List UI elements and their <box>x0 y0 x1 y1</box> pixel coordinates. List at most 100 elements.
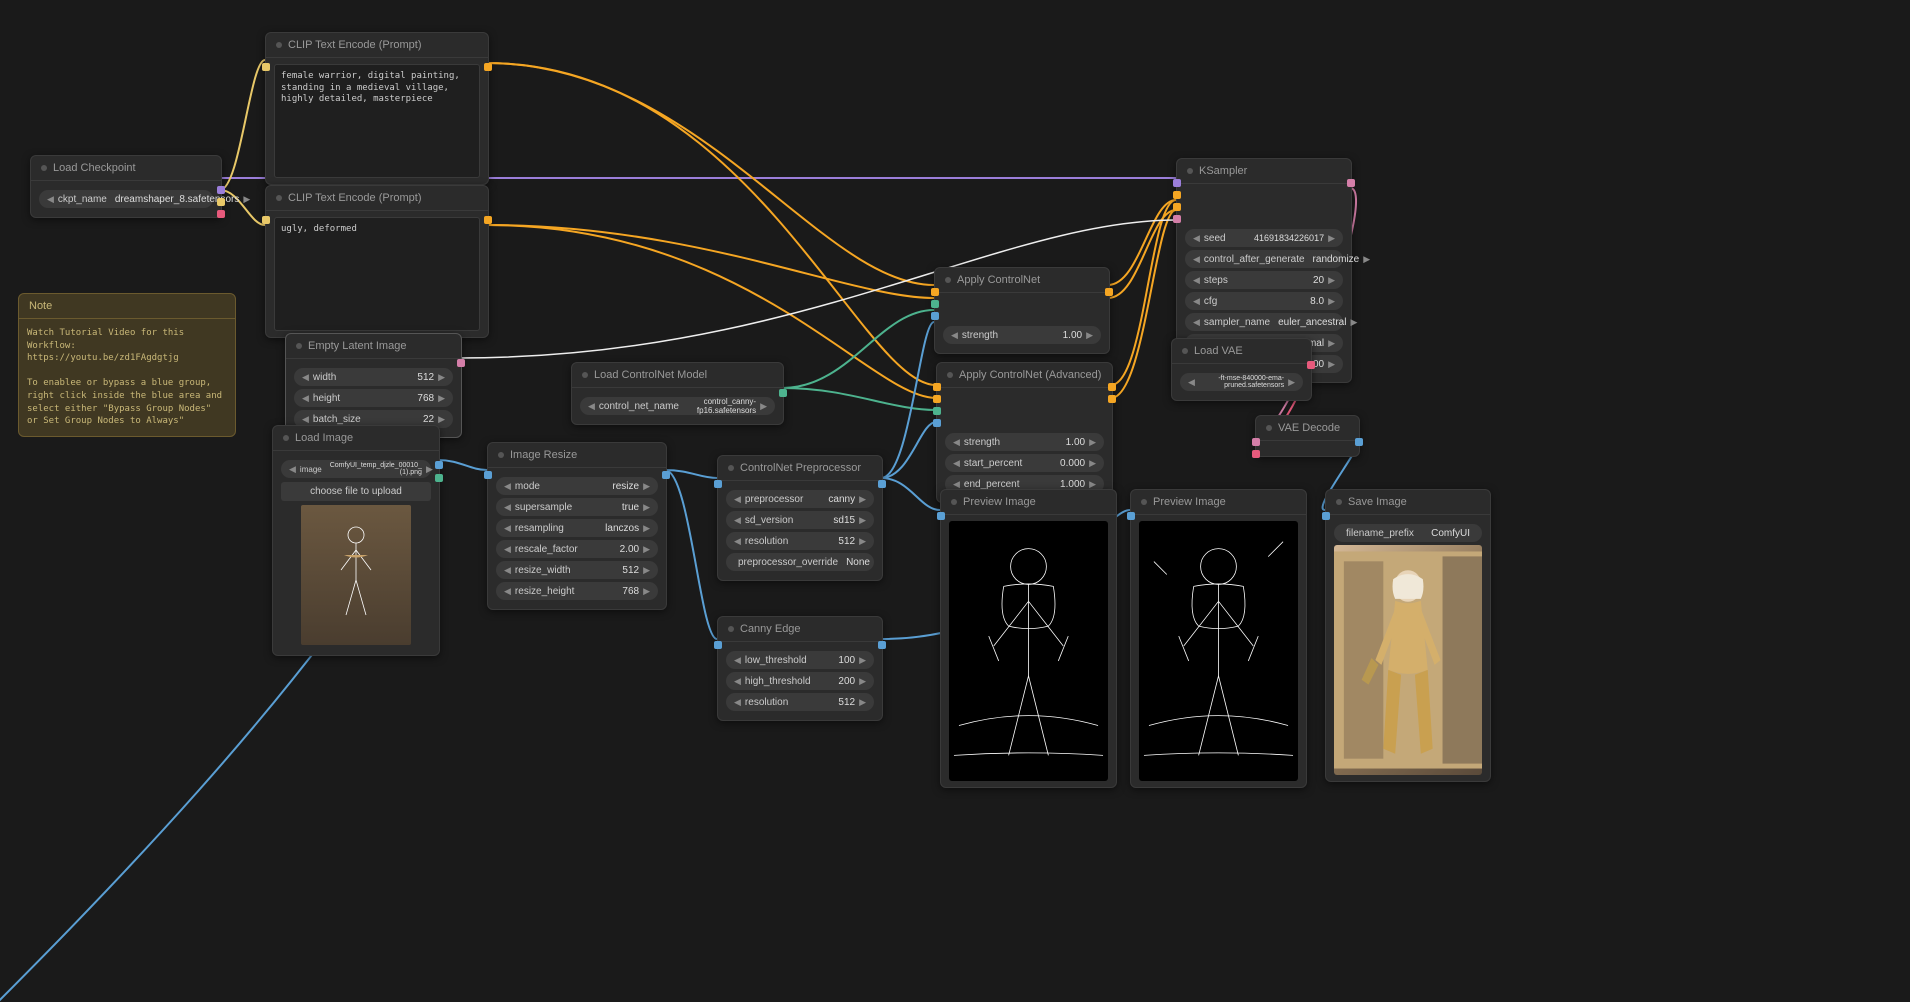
port-vae-out[interactable] <box>1307 361 1315 369</box>
rescale-factor-widget[interactable]: ◀rescale_factor2.00▶ <box>496 540 658 558</box>
port-image-in[interactable] <box>1127 512 1135 520</box>
node-title[interactable]: Load Checkpoint <box>31 156 221 181</box>
port-clip-out[interactable] <box>217 198 225 206</box>
port-image-out[interactable] <box>435 461 443 469</box>
node-clip-negative[interactable]: CLIP Text Encode (Prompt) ugly, deformed <box>265 185 489 338</box>
node-title[interactable]: Empty Latent Image <box>286 334 461 359</box>
node-title[interactable]: Preview Image <box>941 490 1116 515</box>
port-controlnet-in[interactable] <box>933 407 941 415</box>
note-body[interactable]: Watch Tutorial Video for this Workflow: … <box>19 319 235 436</box>
port-image-in[interactable] <box>937 512 945 520</box>
node-load-controlnet[interactable]: Load ControlNet Model ◀control_net_namec… <box>571 362 784 425</box>
prompt-textarea[interactable]: ugly, deformed <box>274 217 480 331</box>
resolution-widget[interactable]: ◀resolution512▶ <box>726 693 874 711</box>
node-load-vae[interactable]: Load VAE ◀-ft-mse-840000-ema-pruned.safe… <box>1171 338 1312 401</box>
node-controlnet-preprocessor[interactable]: ControlNet Preprocessor ◀preprocessorcan… <box>717 455 883 581</box>
node-load-image[interactable]: Load Image ◀imageComfyUI_temp_djzle_0001… <box>272 425 440 656</box>
node-title[interactable]: Apply ControlNet (Advanced) <box>937 363 1112 388</box>
port-cond-out[interactable] <box>1105 288 1113 296</box>
node-title[interactable]: Image Resize <box>488 443 666 468</box>
port-image-in[interactable] <box>714 480 722 488</box>
node-title[interactable]: CLIP Text Encode (Prompt) <box>266 33 488 58</box>
port-latent-out[interactable] <box>1347 179 1355 187</box>
resampling-widget[interactable]: ◀resamplinglanczos▶ <box>496 519 658 537</box>
port-mask-out[interactable] <box>435 474 443 482</box>
node-clip-positive[interactable]: CLIP Text Encode (Prompt) female warrior… <box>265 32 489 185</box>
vae-name-widget[interactable]: ◀-ft-mse-840000-ema-pruned.safetensors▶ <box>1180 373 1303 391</box>
node-canny-edge[interactable]: Canny Edge ◀low_threshold100▶ ◀high_thre… <box>717 616 883 721</box>
port-image-in[interactable] <box>484 471 492 479</box>
image-file-widget[interactable]: ◀imageComfyUI_temp_djzle_00010_ (1).png▶ <box>281 460 431 478</box>
port-latent-in[interactable] <box>1173 215 1181 223</box>
node-image-resize[interactable]: Image Resize ◀moderesize▶ ◀supersampletr… <box>487 442 667 610</box>
port-image-in[interactable] <box>1322 512 1330 520</box>
width-widget[interactable]: ◀width512▶ <box>294 368 453 386</box>
node-title[interactable]: CLIP Text Encode (Prompt) <box>266 186 488 211</box>
node-save-image[interactable]: Save Image filename_prefixComfyUI <box>1325 489 1491 782</box>
port-negative-in[interactable] <box>1173 203 1181 211</box>
port-controlnet-in[interactable] <box>931 300 939 308</box>
node-title[interactable]: Preview Image <box>1131 490 1306 515</box>
port-vae-in[interactable] <box>1252 450 1260 458</box>
node-preview-image-2[interactable]: Preview Image <box>1130 489 1307 788</box>
node-title[interactable]: Load Image <box>273 426 439 451</box>
choose-file-button[interactable]: choose file to upload <box>281 482 431 501</box>
resize-height-widget[interactable]: ◀resize_height768▶ <box>496 582 658 600</box>
high-threshold-widget[interactable]: ◀high_threshold200▶ <box>726 672 874 690</box>
port-image-out[interactable] <box>878 641 886 649</box>
port-pos-out[interactable] <box>1108 383 1116 391</box>
node-title[interactable]: ControlNet Preprocessor <box>718 456 882 481</box>
node-note[interactable]: Note Watch Tutorial Video for this Workf… <box>18 293 236 437</box>
strength-widget[interactable]: ◀strength1.00▶ <box>943 326 1101 344</box>
node-vae-decode[interactable]: VAE Decode <box>1255 415 1360 457</box>
node-title[interactable]: Save Image <box>1326 490 1490 515</box>
resolution-widget[interactable]: ◀resolution512▶ <box>726 532 874 550</box>
preprocessor-widget[interactable]: ◀preprocessorcanny▶ <box>726 490 874 508</box>
port-positive-in[interactable] <box>1173 191 1181 199</box>
port-neg-in[interactable] <box>933 395 941 403</box>
node-title[interactable]: Apply ControlNet <box>935 268 1109 293</box>
port-image-in[interactable] <box>714 641 722 649</box>
port-image-out[interactable] <box>878 480 886 488</box>
port-image-in[interactable] <box>931 312 939 320</box>
node-empty-latent[interactable]: Empty Latent Image ◀width512▶ ◀height768… <box>285 333 462 438</box>
port-model-in[interactable] <box>1173 179 1181 187</box>
start-percent-widget[interactable]: ◀start_percent0.000▶ <box>945 454 1104 472</box>
port-clip-in[interactable] <box>262 216 270 224</box>
port-model-out[interactable] <box>217 186 225 194</box>
node-title[interactable]: VAE Decode <box>1256 416 1359 441</box>
port-image-out[interactable] <box>662 471 670 479</box>
ckpt-name-widget[interactable]: ◀ ckpt_name dreamshaper_8.safetensors ▶ <box>39 190 213 208</box>
prompt-textarea[interactable]: female warrior, digital painting, standi… <box>274 64 480 178</box>
node-title[interactable]: Load VAE <box>1172 339 1311 364</box>
port-latent-out[interactable] <box>457 359 465 367</box>
supersample-widget[interactable]: ◀supersampletrue▶ <box>496 498 658 516</box>
steps-widget[interactable]: ◀steps20▶ <box>1185 271 1343 289</box>
controlnet-name-widget[interactable]: ◀control_net_namecontrol_canny-fp16.safe… <box>580 397 775 415</box>
port-image-out[interactable] <box>1355 438 1363 446</box>
port-clip-in[interactable] <box>262 63 270 71</box>
low-threshold-widget[interactable]: ◀low_threshold100▶ <box>726 651 874 669</box>
node-title[interactable]: KSampler <box>1177 159 1351 184</box>
filename-prefix-widget[interactable]: filename_prefixComfyUI <box>1334 524 1482 542</box>
node-title[interactable]: Load ControlNet Model <box>572 363 783 388</box>
node-apply-controlnet[interactable]: Apply ControlNet ◀strength1.00▶ <box>934 267 1110 354</box>
port-cond-in[interactable] <box>931 288 939 296</box>
port-controlnet-out[interactable] <box>779 389 787 397</box>
port-conditioning-out[interactable] <box>484 216 492 224</box>
cfg-widget[interactable]: ◀cfg8.0▶ <box>1185 292 1343 310</box>
port-image-in[interactable] <box>933 419 941 427</box>
port-pos-in[interactable] <box>933 383 941 391</box>
mode-widget[interactable]: ◀moderesize▶ <box>496 477 658 495</box>
sd-version-widget[interactable]: ◀sd_versionsd15▶ <box>726 511 874 529</box>
port-conditioning-out[interactable] <box>484 63 492 71</box>
node-apply-controlnet-advanced[interactable]: Apply ControlNet (Advanced) ◀strength1.0… <box>936 362 1113 503</box>
seed-widget[interactable]: ◀seed41691834226017▶ <box>1185 229 1343 247</box>
control-after-generate-widget[interactable]: ◀control_after_generaterandomize▶ <box>1185 250 1343 268</box>
node-load-checkpoint[interactable]: Load Checkpoint ◀ ckpt_name dreamshaper_… <box>30 155 222 218</box>
strength-widget[interactable]: ◀strength1.00▶ <box>945 433 1104 451</box>
height-widget[interactable]: ◀height768▶ <box>294 389 453 407</box>
port-samples-in[interactable] <box>1252 438 1260 446</box>
port-neg-out[interactable] <box>1108 395 1116 403</box>
node-preview-image-1[interactable]: Preview Image <box>940 489 1117 788</box>
